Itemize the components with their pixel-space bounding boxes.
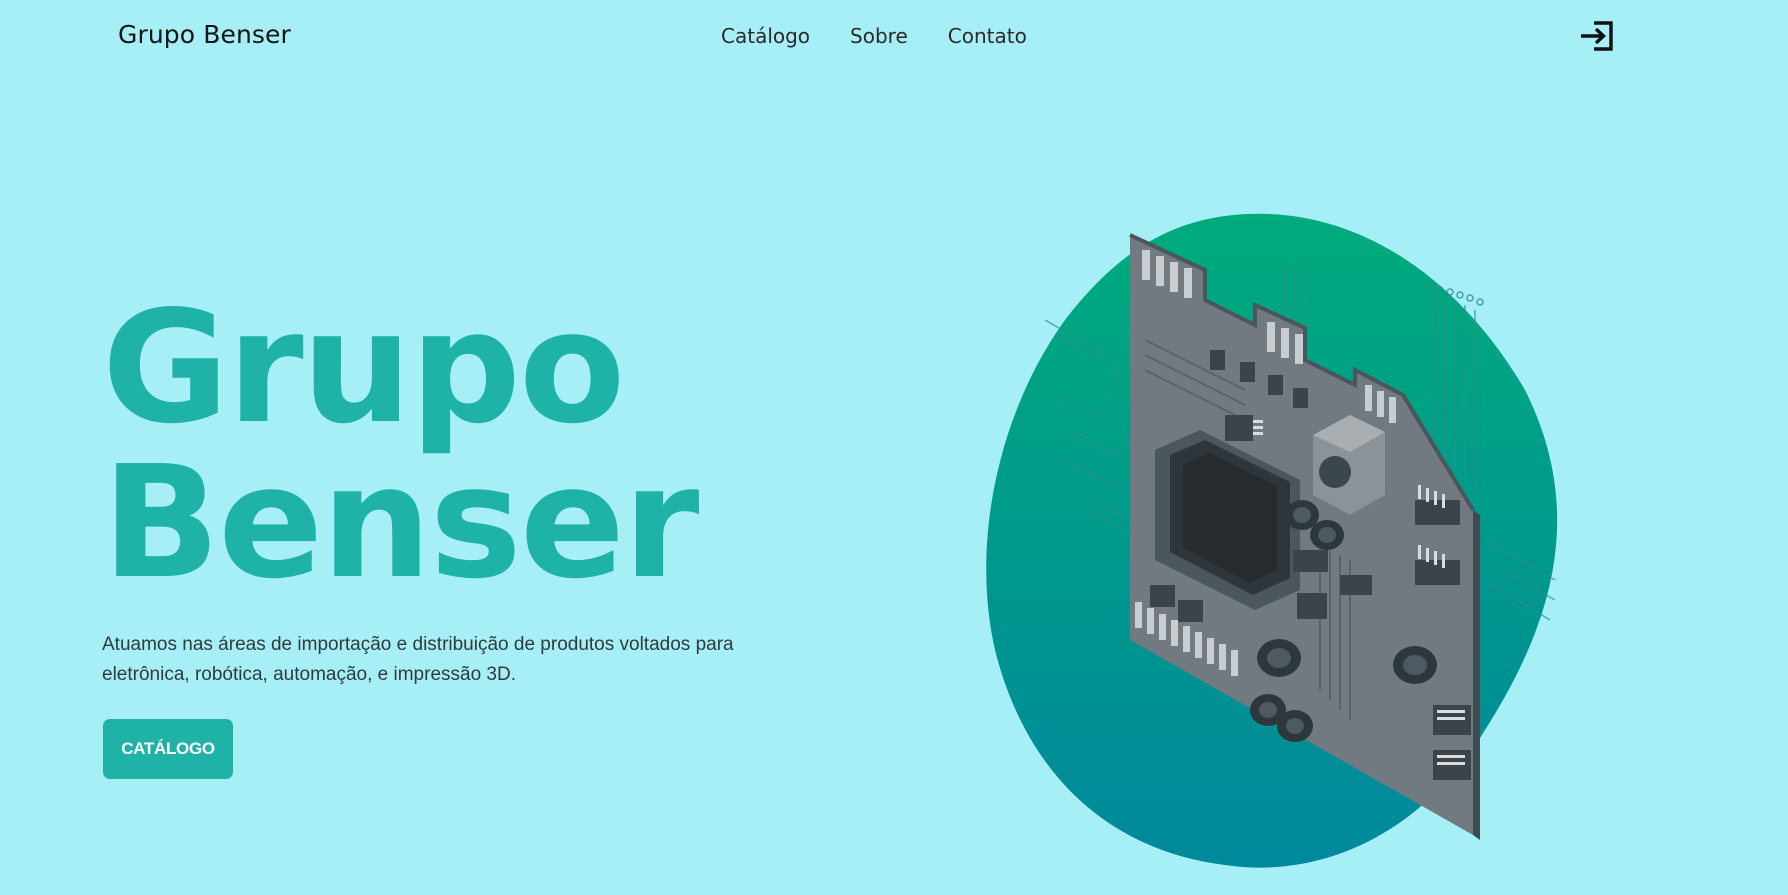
hero-description: Atuamos nas áreas de importação e distri…: [102, 634, 734, 685]
brand-logo[interactable]: Grupo Benser: [118, 20, 291, 49]
nav-link-catalogo[interactable]: Catálogo: [721, 24, 810, 48]
hero-title: Grupo Benser: [102, 277, 699, 613]
hero-title-line2: Benser: [102, 432, 699, 613]
login-icon: [1581, 21, 1613, 51]
nav-link-contato[interactable]: Contato: [948, 24, 1027, 48]
hero-title-line1: Grupo: [102, 277, 625, 458]
circuit-board-illustration: [986, 213, 1558, 868]
catalog-button[interactable]: CATÁLOGO: [103, 719, 233, 779]
main-nav: Catálogo Sobre Contato: [721, 24, 1027, 48]
login-button[interactable]: [1578, 19, 1616, 53]
nav-link-sobre[interactable]: Sobre: [850, 24, 908, 48]
